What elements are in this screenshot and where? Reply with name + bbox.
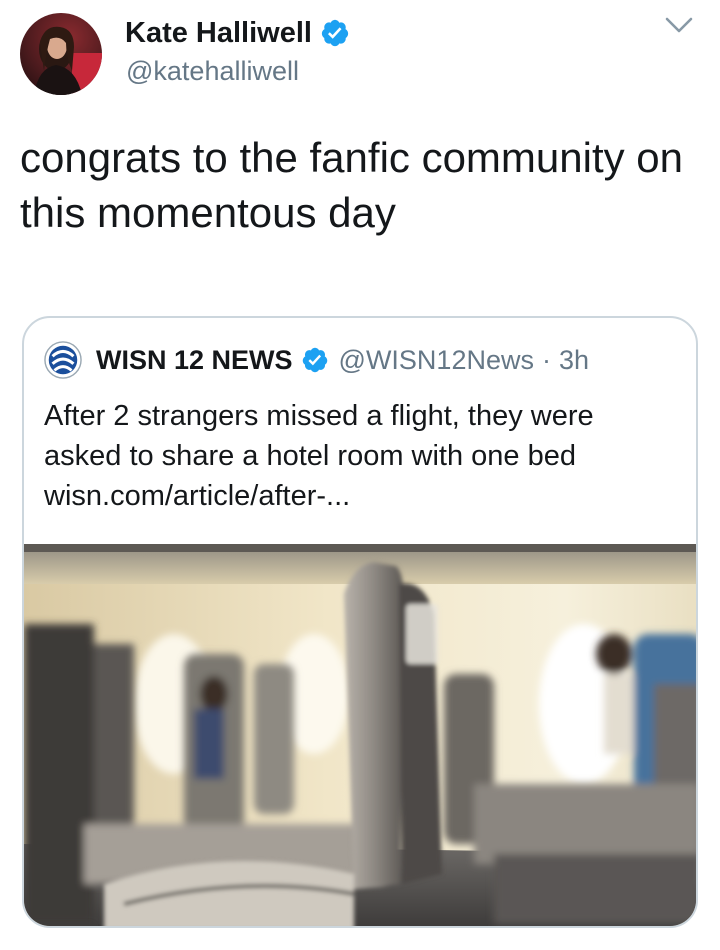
quoted-tweet-card[interactable]: WISN 12 NEWS @WISN12News · 3h After 2 st… — [22, 316, 698, 928]
quoted-author-handle[interactable]: @WISN12News — [339, 345, 534, 376]
airplane-cabin-photo[interactable] — [24, 544, 696, 926]
time-separator: · — [541, 344, 551, 375]
wisn-logo-icon — [44, 341, 82, 379]
chevron-down-icon[interactable] — [664, 14, 694, 36]
verified-badge-icon — [302, 347, 327, 373]
author-display-name[interactable]: Kate Halliwell — [125, 17, 312, 50]
quoted-text-line: asked to share a hotel room with one bed — [44, 440, 576, 472]
quoted-tweet-time[interactable]: 3h — [559, 345, 589, 376]
author-avatar[interactable] — [20, 13, 102, 95]
author-handle[interactable]: @katehalliwell — [126, 56, 299, 87]
quoted-tweet-text: After 2 strangers missed a flight, they … — [44, 396, 684, 516]
quoted-tweet-link[interactable]: wisn.com/article/after-... — [44, 476, 684, 516]
author-name-row[interactable]: Kate Halliwell — [125, 14, 350, 52]
quoted-tweet-header: WISN 12 NEWS @WISN12News · 3h — [44, 340, 589, 380]
tweet: Kate Halliwell @katehalliwell congrats t… — [0, 0, 720, 950]
quoted-author-name[interactable]: WISN 12 NEWS — [96, 345, 293, 376]
tweet-text: congrats to the fanfic community on this… — [20, 134, 683, 236]
verified-badge-icon — [321, 19, 349, 47]
quoted-text-line: After 2 strangers missed a flight, they … — [44, 400, 594, 432]
